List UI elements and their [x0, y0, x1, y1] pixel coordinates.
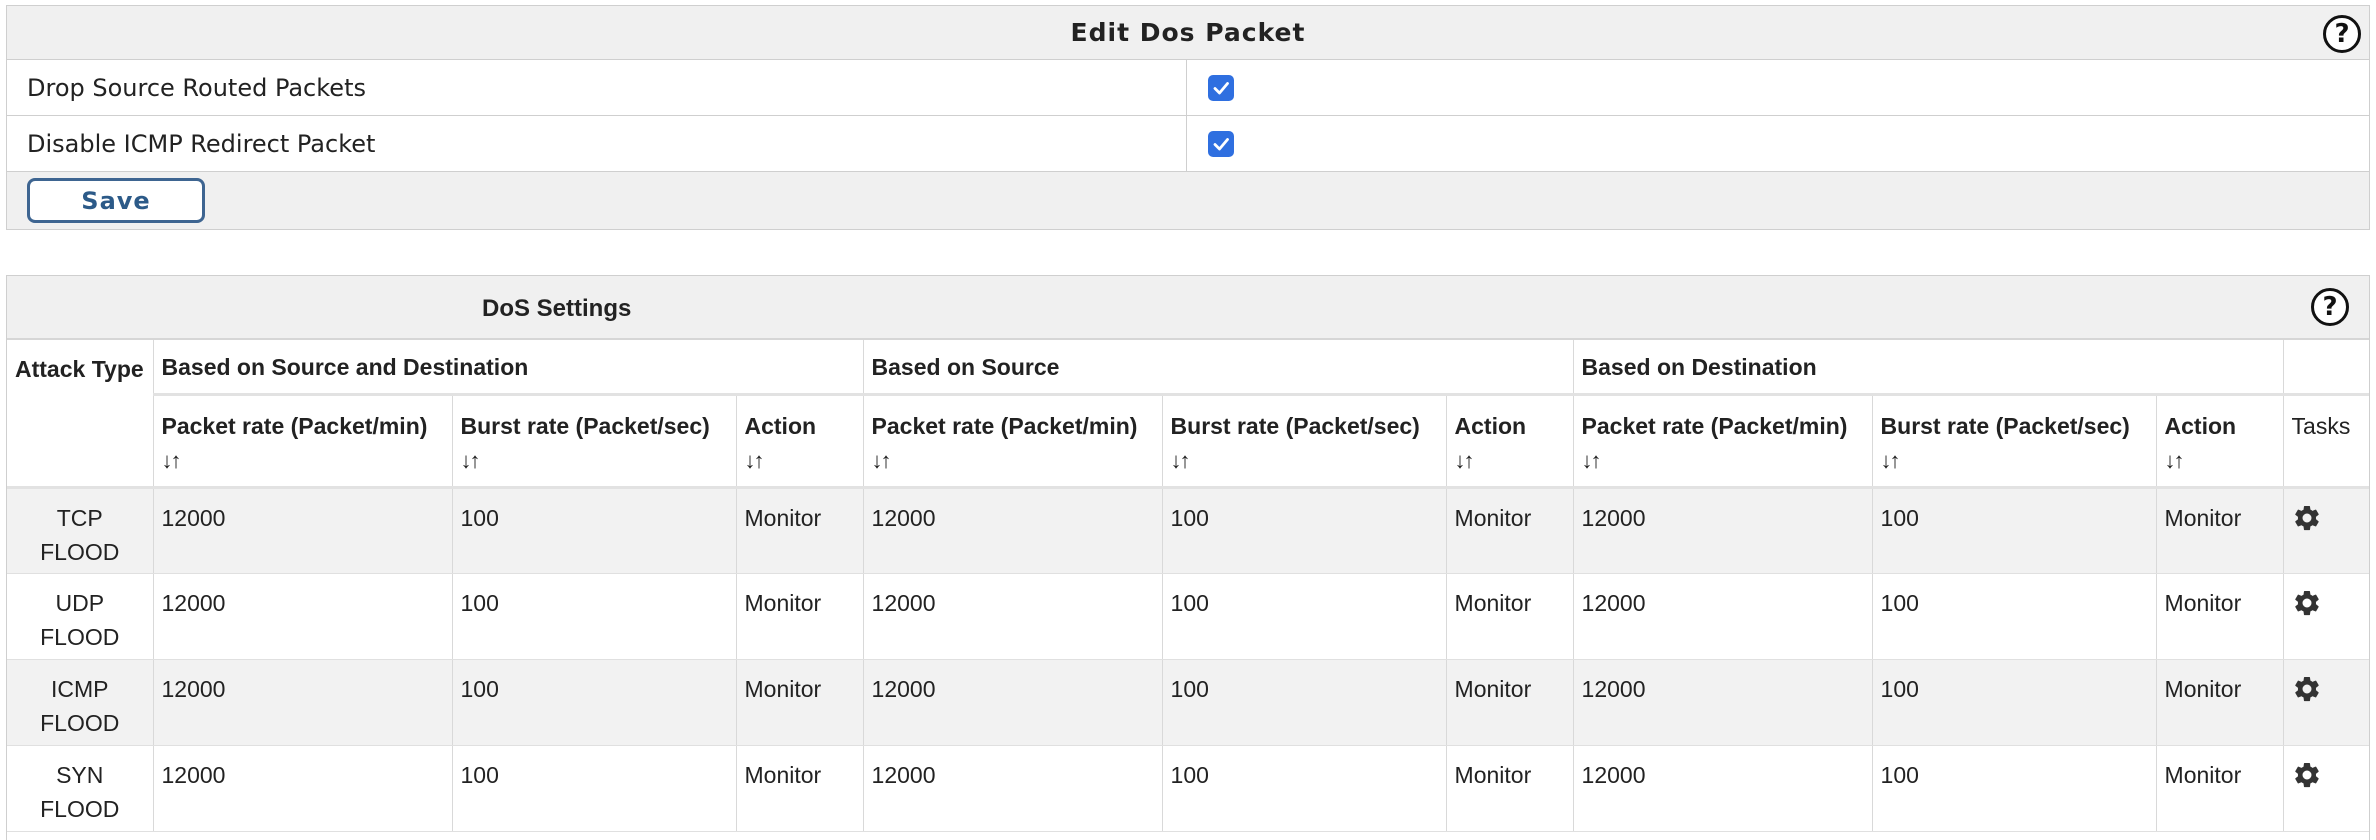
burst-rate-cell: 100: [1872, 573, 2157, 660]
action-cell: Monitor: [736, 573, 864, 660]
gear-icon[interactable]: [2292, 588, 2322, 627]
group-header-source: Based on Source: [863, 340, 1574, 396]
tasks-cell: [2283, 745, 2370, 832]
attack-type-cell: ICMP FLOOD: [7, 659, 154, 746]
packet-rate-cell: 12000: [153, 745, 453, 832]
burst-rate-cell: 100: [1872, 487, 2157, 574]
packet-rate-cell: 12000: [863, 487, 1163, 574]
burst-rate-cell: 100: [1162, 573, 1447, 660]
tasks-cell: [2283, 573, 2370, 660]
action-cell: Monitor: [2156, 573, 2284, 660]
table-row: SYN FLOOD 12000 100 Monitor 12000 100 Monitor 1…: [7, 745, 2370, 832]
gear-icon[interactable]: [2292, 503, 2322, 542]
burst-rate-cell: 100: [1872, 745, 2157, 832]
sort-icon[interactable]: ↓↑: [162, 448, 182, 473]
packet-rate-cell: 12000: [863, 745, 1163, 832]
packet-rate-cell: 12000: [153, 659, 453, 746]
help-icon[interactable]: ?: [2311, 288, 2349, 326]
action-header[interactable]: Action ↓↑: [2156, 394, 2284, 489]
panel-title: DoS Settings: [482, 295, 632, 322]
packet-rate-header[interactable]: Packet rate (Packet/min) ↓↑: [153, 394, 453, 489]
packet-rate-cell: 12000: [153, 573, 453, 660]
table-row: UDP FLOOD 12000 100 Monitor 12000 100 Monitor 1…: [7, 573, 2370, 660]
burst-rate-header[interactable]: Burst rate (Packet/sec) ↓↑: [1872, 394, 2157, 489]
action-cell: Monitor: [1446, 745, 1574, 832]
action-header[interactable]: Action ↓↑: [1446, 394, 1574, 489]
sort-icon[interactable]: ↓↑: [872, 448, 892, 473]
sort-icon[interactable]: ↓↑: [1455, 448, 1475, 473]
gear-icon[interactable]: [2292, 674, 2322, 713]
action-cell: Monitor: [1446, 659, 1574, 746]
action-cell: Monitor: [1446, 573, 1574, 660]
burst-rate-cell: 100: [452, 659, 737, 746]
option-label: Disable ICMP Redirect Packet: [7, 116, 1187, 171]
attack-type-cell: TCP FLOOD: [7, 487, 154, 574]
packet-rate-cell: 12000: [153, 487, 453, 574]
group-header-destination: Based on Destination: [1573, 340, 2284, 396]
packet-rate-cell: 12000: [1573, 659, 1873, 746]
drop-source-routed-checkbox[interactable]: [1208, 74, 1234, 101]
burst-rate-cell: 100: [452, 573, 737, 660]
action-cell: Monitor: [2156, 487, 2284, 574]
burst-rate-cell: 100: [1162, 659, 1447, 746]
panel-title: Edit Dos Packet: [1070, 18, 1306, 47]
sort-icon[interactable]: ↓↑: [745, 448, 765, 473]
sort-icon[interactable]: ↓↑: [461, 448, 481, 473]
checkmark-icon: [1213, 137, 1229, 150]
packet-rate-header[interactable]: Packet rate (Packet/min) ↓↑: [863, 394, 1163, 489]
action-cell: Monitor: [2156, 659, 2284, 746]
packet-rate-cell: 12000: [863, 659, 1163, 746]
action-cell: Monitor: [736, 487, 864, 574]
table-row: TCP FLOOD 12000 100 Monitor 12000 100 Monitor 1…: [7, 487, 2370, 574]
action-cell: Monitor: [1446, 487, 1574, 574]
dos-settings-header: DoS Settings ?: [7, 276, 2369, 340]
disable-icmp-redirect-checkbox[interactable]: [1208, 130, 1234, 157]
sort-icon[interactable]: ↓↑: [1881, 448, 1901, 473]
attack-type-cell: SYN FLOOD: [7, 745, 154, 832]
attack-type-cell: UDP FLOOD: [7, 573, 154, 660]
option-label: Drop Source Routed Packets: [7, 60, 1187, 115]
sort-icon[interactable]: ↓↑: [1582, 448, 1602, 473]
option-row-disable-icmp-redirect: Disable ICMP Redirect Packet: [7, 116, 2369, 172]
help-icon[interactable]: ?: [2323, 15, 2361, 53]
burst-rate-cell: 100: [1872, 659, 2157, 746]
burst-rate-cell: 100: [1162, 487, 1447, 574]
packet-rate-cell: 12000: [1573, 573, 1873, 660]
packet-rate-header[interactable]: Packet rate (Packet/min) ↓↑: [1573, 394, 1873, 489]
dos-settings-table: Attack Type Based on Source and Destinat…: [7, 340, 2370, 832]
burst-rate-cell: 100: [1162, 745, 1447, 832]
tasks-cell: [2283, 487, 2370, 574]
table-row: ICMP FLOOD 12000 100 Monitor 12000 100 Monitor…: [7, 659, 2370, 746]
save-row: Save: [7, 172, 2369, 229]
tasks-header: Tasks: [2283, 394, 2370, 489]
action-cell: Monitor: [2156, 745, 2284, 832]
burst-rate-header[interactable]: Burst rate (Packet/sec) ↓↑: [1162, 394, 1447, 489]
tasks-cell: [2283, 659, 2370, 746]
action-cell: Monitor: [736, 659, 864, 746]
option-row-drop-source-routed: Drop Source Routed Packets: [7, 60, 2369, 116]
edit-dos-packet-panel: Edit Dos Packet ? Drop Source Routed Pac…: [6, 5, 2370, 230]
gear-icon[interactable]: [2292, 760, 2322, 799]
action-header[interactable]: Action ↓↑: [736, 394, 864, 489]
sort-icon[interactable]: ↓↑: [2165, 448, 2185, 473]
action-cell: Monitor: [736, 745, 864, 832]
burst-rate-header[interactable]: Burst rate (Packet/sec) ↓↑: [452, 394, 737, 489]
edit-dos-packet-header: Edit Dos Packet ?: [7, 6, 2369, 60]
sort-icon[interactable]: ↓↑: [1171, 448, 1191, 473]
burst-rate-cell: 100: [452, 745, 737, 832]
packet-rate-cell: 12000: [1573, 745, 1873, 832]
dos-settings-panel: DoS Settings ? Attack Type Based on Sour…: [6, 275, 2370, 840]
packet-rate-cell: 12000: [1573, 487, 1873, 574]
save-button[interactable]: Save: [27, 178, 205, 223]
packet-rate-cell: 12000: [863, 573, 1163, 660]
burst-rate-cell: 100: [452, 487, 737, 574]
checkmark-icon: [1213, 81, 1229, 94]
dos-table-body: TCP FLOOD 12000 100 Monitor 12000 100 Monitor 1…: [7, 487, 2370, 832]
attack-type-header: Attack Type: [7, 340, 154, 489]
group-header-source-destination: Based on Source and Destination: [153, 340, 864, 396]
